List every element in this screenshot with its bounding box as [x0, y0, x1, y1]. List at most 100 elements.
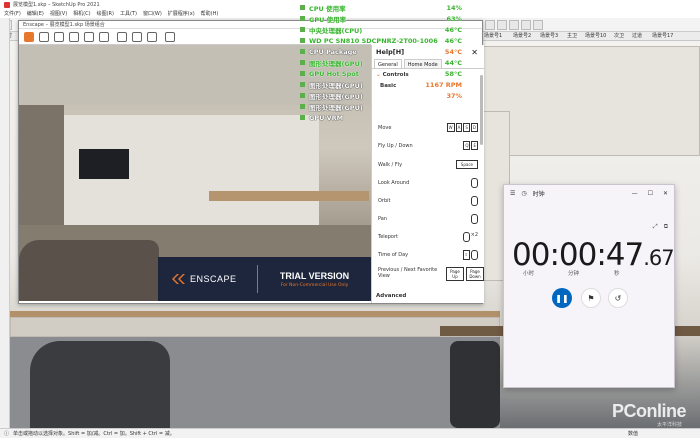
toolbar-button[interactable] — [533, 20, 543, 30]
scene-tab[interactable]: 场景号1 — [484, 32, 502, 41]
expand-icon[interactable]: ⤢ — [653, 223, 658, 231]
sensor-icon — [300, 5, 305, 10]
unit-minutes: 分钟 — [568, 271, 580, 277]
key-page-down: Page Down — [466, 267, 484, 281]
keep-on-top-icon[interactable]: ⧉ — [664, 223, 668, 231]
reset-icon: ↺ — [614, 293, 622, 303]
menu-draw[interactable]: 绘图(R) — [97, 10, 114, 17]
dining-chair — [450, 341, 500, 428]
toolbar-button[interactable] — [521, 20, 531, 30]
menu-icon[interactable]: ☰ — [510, 190, 515, 197]
monitor-row: 图形处理器(GPU) — [300, 101, 468, 112]
menu-camera[interactable]: 相机(C) — [73, 10, 90, 17]
vr-icon[interactable] — [147, 32, 157, 42]
monitor-label: 图形处理器(GPU) — [309, 59, 363, 68]
help-row-label: Move — [378, 125, 392, 131]
menu-view[interactable]: 视图(V) — [50, 10, 67, 17]
advanced-label: Advanced — [376, 293, 407, 299]
scene-tab[interactable]: 场景号3 — [540, 32, 558, 41]
export-icon[interactable] — [117, 32, 127, 42]
help-row-label: Look Around — [378, 180, 410, 186]
camera-icon[interactable] — [54, 32, 64, 42]
monitor-value: 44°C — [444, 58, 462, 67]
tv-screen — [79, 149, 129, 179]
menu-extensions[interactable]: 扩展程序(x) — [168, 10, 195, 17]
help-scrollbar[interactable] — [480, 75, 483, 145]
menu-window[interactable]: 窗口(W) — [143, 10, 162, 17]
unit-seconds: 秒 — [614, 271, 620, 277]
close-icon[interactable]: ✕ — [471, 48, 478, 57]
watermark-brand: PConline — [611, 401, 687, 421]
panorama-icon[interactable] — [99, 32, 109, 42]
scene-tab[interactable]: 场景号17 — [652, 32, 673, 41]
sensor-icon — [300, 82, 305, 87]
monitor-value: 46°C — [444, 36, 462, 45]
toolbar-button[interactable] — [485, 20, 495, 30]
scene-tab[interactable]: 主卫 — [567, 32, 577, 41]
monitor-label: GPU 使用率 — [309, 15, 347, 24]
menu-tools[interactable]: 工具(T) — [120, 10, 137, 17]
sensor-icon — [300, 27, 305, 32]
menu-file[interactable]: 文件(F) — [4, 10, 21, 17]
sensor-icon — [300, 49, 305, 54]
help-row-teleport: Teleport ×2 — [378, 232, 478, 242]
lap-button[interactable]: ⚑ — [581, 288, 601, 308]
key-a: A — [455, 123, 463, 132]
screenshot-icon[interactable] — [84, 32, 94, 42]
help-row-walk: Walk / Fly Space — [378, 160, 478, 169]
key-q: Q — [463, 141, 471, 150]
help-row-label: Teleport — [378, 234, 398, 240]
mouse-icon — [471, 214, 478, 224]
flag-icon: ⚑ — [587, 293, 595, 303]
sensor-icon — [300, 71, 305, 76]
help-row-move: Move WASD — [378, 123, 478, 132]
monitor-label: GPU Hot Spot — [309, 69, 359, 78]
reset-button[interactable]: ↺ — [608, 288, 628, 308]
monitor-label: GPU VRM — [309, 113, 344, 122]
help-row-time: Time of Day ⇧ — [378, 250, 478, 260]
clock-tools: ⤢ ⧉ — [653, 223, 668, 231]
scene-tab[interactable]: 过道 — [632, 32, 642, 41]
home-icon[interactable] — [24, 32, 34, 42]
render-sofa — [19, 240, 159, 301]
help-row-favorite: Previous / Next Favorite View — [378, 267, 438, 279]
sync-icon[interactable] — [165, 32, 175, 42]
key-space: Space — [455, 160, 478, 169]
views-icon[interactable] — [39, 32, 49, 42]
monitor-row: CPU Package 54°C — [300, 46, 468, 57]
monitor-value: 37% — [446, 91, 462, 100]
hardware-monitor-overlay: CPU 使用率 14% GPU 使用率 63% 中央处理器(CPU) 46°C WD PC … — [300, 2, 468, 124]
settings-icon[interactable] — [132, 32, 142, 42]
minimize-icon[interactable]: — — [632, 190, 638, 197]
monitor-row: 图形处理器(GPU) 37% — [300, 90, 468, 101]
app-title: 展览模型1.skp – SketchUp Pro 2021 — [13, 2, 100, 8]
monitor-label: 图形处理器(GPU) — [309, 103, 363, 112]
stopwatch-time: 00:00:47 — [512, 237, 644, 273]
scene-tab[interactable]: 场景号10 — [585, 32, 606, 41]
trial-text: TRIAL VERSION For Non-Commercial Use Onl… — [258, 271, 371, 288]
enscape-logo-icon — [172, 274, 185, 284]
enscape-logo: ENSCAPE — [158, 265, 258, 293]
toolbar-button[interactable] — [509, 20, 519, 30]
monitor-row: GPU Hot Spot 58°C — [300, 68, 468, 79]
video-icon[interactable] — [69, 32, 79, 42]
stopwatch-display: 00:00:47.67 — [512, 237, 675, 273]
monitor-row: 图形处理器(GPU) 1167 RPM — [300, 79, 468, 90]
scene-tab[interactable]: 场景号2 — [513, 32, 531, 41]
scene-tab[interactable]: 次卫 — [614, 32, 624, 41]
sofa — [30, 341, 170, 428]
menu-help[interactable]: 帮助(H) — [201, 10, 219, 17]
measurements-label: 数值 — [627, 431, 638, 437]
monitor-row: 图形处理器(GPU) 44°C — [300, 57, 468, 68]
advanced-section[interactable]: Advanced — [376, 293, 406, 299]
sensor-icon — [300, 115, 305, 120]
monitor-value: 14% — [446, 3, 462, 12]
toolbar-button[interactable] — [497, 20, 507, 30]
maximize-icon[interactable]: ☐ — [648, 190, 653, 197]
close-icon[interactable]: ✕ — [663, 190, 668, 197]
help-row-look: Look Around — [378, 178, 478, 188]
clock-title-bar: ☰ ◷ 时钟 — ☐ ✕ — [504, 185, 674, 202]
monitor-value: 54°C — [444, 47, 462, 56]
menu-edit[interactable]: 编辑(E) — [27, 10, 44, 17]
pause-button[interactable]: ❚❚ — [552, 288, 572, 308]
